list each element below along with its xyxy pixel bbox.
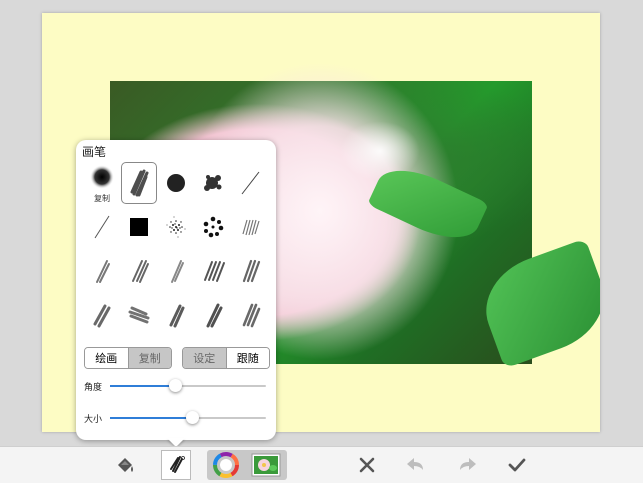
size-slider[interactable] (110, 411, 266, 424)
thin-line-brush-icon (241, 171, 260, 195)
brush-pencil-5[interactable] (232, 250, 268, 292)
angle-slider[interactable] (110, 379, 266, 392)
angle-slider-thumb[interactable] (168, 379, 182, 392)
brush-caption: 复制 (94, 194, 110, 203)
hard-round-brush-icon (167, 174, 185, 192)
charcoal-stroke-icon (128, 306, 150, 324)
check-icon (508, 458, 526, 472)
brush-charcoal-1[interactable] (84, 294, 120, 336)
brush-chalk-selected[interactable] (121, 162, 157, 204)
hatch-brush-icon (242, 219, 260, 236)
paint-mode-tab[interactable]: 绘画 (85, 348, 129, 368)
panel-title: 画笔 (82, 145, 107, 159)
follow-segmented-control: 设定 跟随 (182, 347, 270, 369)
brush-charcoal-5[interactable] (232, 294, 268, 336)
brush-soft-copy[interactable]: 复制 (84, 162, 120, 204)
fill-tool-button[interactable] (110, 450, 140, 480)
follow-tab[interactable]: 跟随 (226, 348, 269, 368)
brush-pencil-4[interactable] (195, 250, 231, 292)
brush-panel: 画笔 复制 绘画 复制 设定 跟随 角度 大小 (76, 140, 276, 440)
brush-dots-ring[interactable] (195, 206, 231, 248)
brush-pencil-2[interactable] (121, 250, 157, 292)
charcoal-stroke-icon (242, 303, 261, 328)
brush-tool-button[interactable] (161, 450, 191, 480)
brush-pencil-3[interactable] (158, 250, 194, 292)
color-wheel-icon (213, 452, 239, 478)
pencil-stroke-icon (242, 259, 261, 283)
undo-button[interactable] (401, 450, 431, 480)
charcoal-stroke-icon (93, 304, 111, 328)
fine-line-brush-icon (94, 215, 110, 239)
splatter-brush-icon (204, 175, 222, 191)
confirm-button[interactable] (502, 450, 532, 480)
soft-round-brush-icon (90, 165, 114, 189)
brush-hatch[interactable] (232, 206, 268, 248)
size-slider-thumb[interactable] (185, 411, 199, 424)
size-label: 大小 (84, 415, 103, 425)
redo-button[interactable] (452, 450, 482, 480)
brush-splatter[interactable] (195, 162, 231, 204)
brush-spray[interactable] (158, 206, 194, 248)
chalk-brush-icon (130, 169, 149, 197)
undo-icon (407, 458, 423, 470)
cancel-button[interactable] (352, 450, 382, 480)
brush-charcoal-3[interactable] (158, 294, 194, 336)
photo-thumbnail-icon (251, 453, 281, 477)
angle-slider-fill (110, 385, 176, 387)
settings-tab[interactable]: 设定 (183, 348, 227, 368)
redo-icon (460, 458, 476, 470)
brush-square[interactable] (121, 206, 157, 248)
photo-source-button[interactable] (249, 450, 283, 480)
mode-segmented-control: 绘画 复制 (84, 347, 172, 369)
bottom-toolbar (0, 446, 643, 483)
paint-bucket-icon (118, 458, 133, 472)
square-brush-icon (130, 218, 148, 236)
dots-ring-brush-icon (203, 216, 224, 238)
brush-fine-line[interactable] (84, 206, 120, 248)
pencil-stroke-icon (204, 261, 225, 282)
brush-charcoal-2[interactable] (121, 294, 157, 336)
brush-hard-round[interactable] (158, 162, 194, 204)
brush-pencil-1[interactable] (84, 250, 120, 292)
charcoal-stroke-icon (169, 304, 185, 328)
close-icon (359, 457, 375, 473)
brush-charcoal-4[interactable] (195, 294, 231, 336)
charcoal-stroke-icon (206, 303, 223, 328)
brush-icon (170, 456, 185, 473)
brush-thin-line[interactable] (232, 162, 268, 204)
color-picker-button[interactable] (211, 450, 241, 480)
size-slider-fill (110, 417, 193, 419)
pencil-stroke-icon (171, 260, 184, 283)
spray-brush-icon (166, 216, 186, 238)
pencil-stroke-icon (96, 260, 110, 283)
pencil-stroke-icon (132, 260, 149, 283)
copy-mode-tab[interactable]: 复制 (128, 348, 171, 368)
angle-label: 角度 (84, 383, 103, 393)
